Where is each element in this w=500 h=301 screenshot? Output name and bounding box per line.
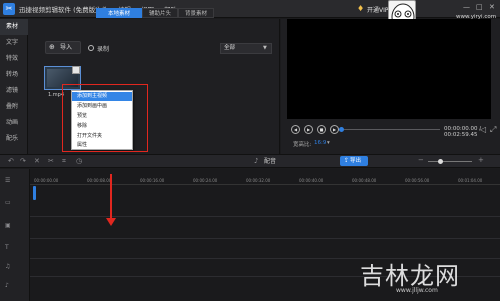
nav-item-effects[interactable]: 特效	[0, 51, 28, 67]
rewind-icon[interactable]: ◀	[291, 125, 300, 134]
tick-label: 00:00:32.00	[246, 178, 271, 183]
volume-icon[interactable]: ◁	[480, 125, 486, 134]
nav-item-music[interactable]: 配乐	[0, 131, 28, 147]
video-track-icon: ▭	[5, 199, 11, 206]
nav-item-text[interactable]: 文字	[0, 35, 28, 51]
speed-icon[interactable]: ◷	[76, 157, 82, 165]
close-icon[interactable]: ✕	[489, 3, 495, 11]
tick-label: 00:01:04.00	[458, 178, 483, 183]
import-icon: ⊕	[49, 43, 55, 51]
redo-icon[interactable]: ↷	[20, 157, 26, 165]
nav-item-media[interactable]: 素材	[0, 19, 28, 35]
watermark-url: www.jlljw.com	[396, 287, 438, 294]
tick-label: 00:00:40.00	[299, 178, 324, 183]
stop-icon[interactable]: ■	[317, 125, 326, 134]
playhead[interactable]	[33, 186, 36, 200]
tick-label: 00:00:24.00	[193, 178, 218, 183]
zoom-out-icon[interactable]: −	[418, 156, 424, 164]
fullscreen-icon[interactable]: ⤢	[490, 125, 496, 135]
annotation-box	[62, 84, 148, 152]
preview-screen	[287, 19, 491, 119]
chevron-down-icon[interactable]: ▾	[327, 140, 330, 146]
crop-icon[interactable]: ⌗	[62, 157, 66, 166]
nav-item-filters[interactable]: 滤镜	[0, 83, 28, 99]
tick-label: 00:00:08.00	[87, 178, 112, 183]
vip-crown-icon[interactable]: ♦	[357, 4, 364, 13]
maximize-icon[interactable]: □	[476, 3, 483, 11]
annotation-arrow	[110, 174, 112, 222]
app-logo-icon: ✂	[3, 3, 15, 15]
annotation-arrow-head	[106, 218, 116, 226]
tick-label: 00:00:56.00	[405, 178, 430, 183]
progress-handle[interactable]	[339, 127, 344, 132]
track-divider	[30, 216, 500, 217]
tick-label: 00:00:48.00	[352, 178, 377, 183]
nav-item-overlay[interactable]: 叠附	[0, 99, 28, 115]
aspect-ratio-value[interactable]: 16:9	[314, 140, 326, 146]
tick-label: 00:00:00.00	[34, 178, 59, 183]
tab-local-media[interactable]: 本地素材	[96, 8, 142, 18]
watermark-logo: 吉林龙网	[360, 262, 460, 290]
undo-icon[interactable]: ↶	[8, 157, 14, 165]
thumbnail-checkbox[interactable]	[72, 66, 80, 74]
tab-background[interactable]: 背景素材	[178, 8, 214, 18]
zoom-in-icon[interactable]: +	[478, 156, 484, 164]
mic-icon[interactable]: ♪	[254, 157, 258, 165]
app-title: 迅捷视频剪辑软件 (免费版)	[19, 6, 98, 14]
track-settings-icon[interactable]: ☰	[5, 177, 10, 184]
nav-item-animation[interactable]: 动画	[0, 115, 28, 131]
nav-item-transitions[interactable]: 转场	[0, 67, 28, 83]
voice-track-icon: ♪	[5, 282, 9, 289]
progress-track[interactable]	[340, 129, 440, 130]
minimize-icon[interactable]: —	[463, 3, 470, 11]
aspect-ratio-label: 宽高比:	[293, 142, 312, 148]
export-icon: ⇪	[344, 157, 350, 164]
forward-icon[interactable]: ▶	[330, 125, 339, 134]
edit-toolbar	[0, 154, 500, 168]
record-icon[interactable]	[88, 45, 94, 51]
track-divider	[30, 238, 500, 239]
zoom-slider[interactable]	[428, 161, 472, 162]
record-label[interactable]: 录制	[97, 44, 109, 53]
zoom-handle[interactable]	[438, 159, 443, 164]
tab-intro[interactable]: 辅助片头	[142, 8, 178, 18]
split-icon[interactable]: ✂	[48, 157, 54, 165]
delete-icon[interactable]: ✕	[34, 157, 40, 165]
music-track-icon: ♫	[5, 263, 11, 270]
chevron-down-icon: ▼	[263, 45, 267, 51]
pip-track-icon: ▣	[5, 222, 11, 229]
dub-button[interactable]: 配音	[264, 156, 276, 165]
play-icon[interactable]: ▶	[304, 125, 313, 134]
tick-label: 00:00:16.00	[140, 178, 165, 183]
text-track-icon: T	[5, 244, 9, 251]
vip-button[interactable]: 开通VIP	[367, 5, 389, 14]
